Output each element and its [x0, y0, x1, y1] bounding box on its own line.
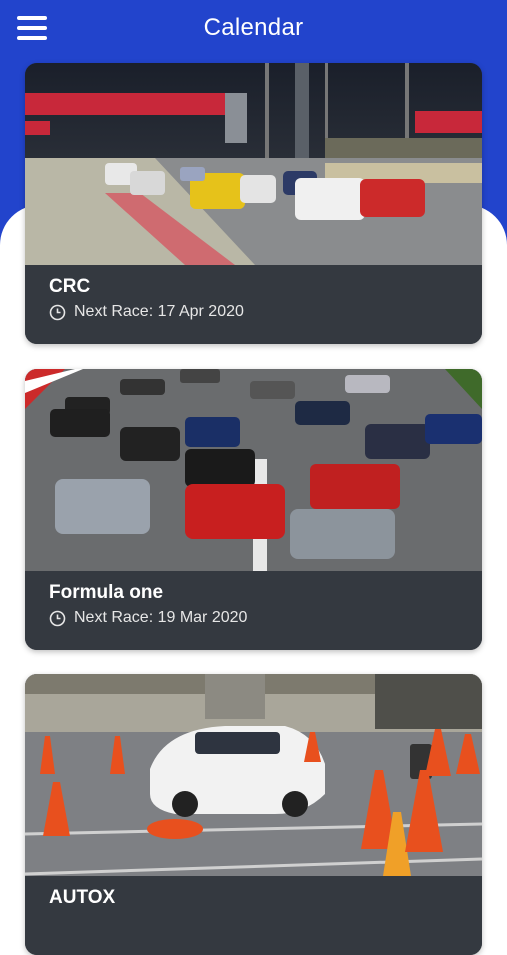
clock-icon [49, 304, 66, 320]
event-name: AUTOX [49, 887, 116, 908]
event-info: CRC Next Race: 17 Apr 2020 [25, 265, 482, 344]
next-race-date: Next Race: 17 Apr 2020 [74, 303, 244, 320]
event-name: CRC [49, 276, 91, 297]
event-name: Formula one [49, 582, 164, 603]
page-title: Calendar [203, 14, 304, 41]
next-race-date: Next Race: 19 Mar 2020 [74, 609, 248, 626]
event-card-autox[interactable]: AUTOX [25, 674, 482, 955]
event-card-crc[interactable]: CRC Next Race: 17 Apr 2020 [25, 63, 482, 344]
event-info: AUTOX [25, 876, 482, 955]
event-image [25, 63, 482, 265]
event-image [25, 674, 482, 876]
event-info: Formula one Next Race: 19 Mar 2020 [25, 571, 482, 650]
top-bar: Calendar [0, 0, 507, 58]
event-image [25, 369, 482, 571]
clock-icon [49, 610, 66, 626]
event-card-formula-one[interactable]: Formula one Next Race: 19 Mar 2020 [25, 369, 482, 650]
next-race: Next Race: 17 Apr 2020 [49, 303, 244, 321]
next-race: Next Race: 19 Mar 2020 [49, 609, 247, 627]
